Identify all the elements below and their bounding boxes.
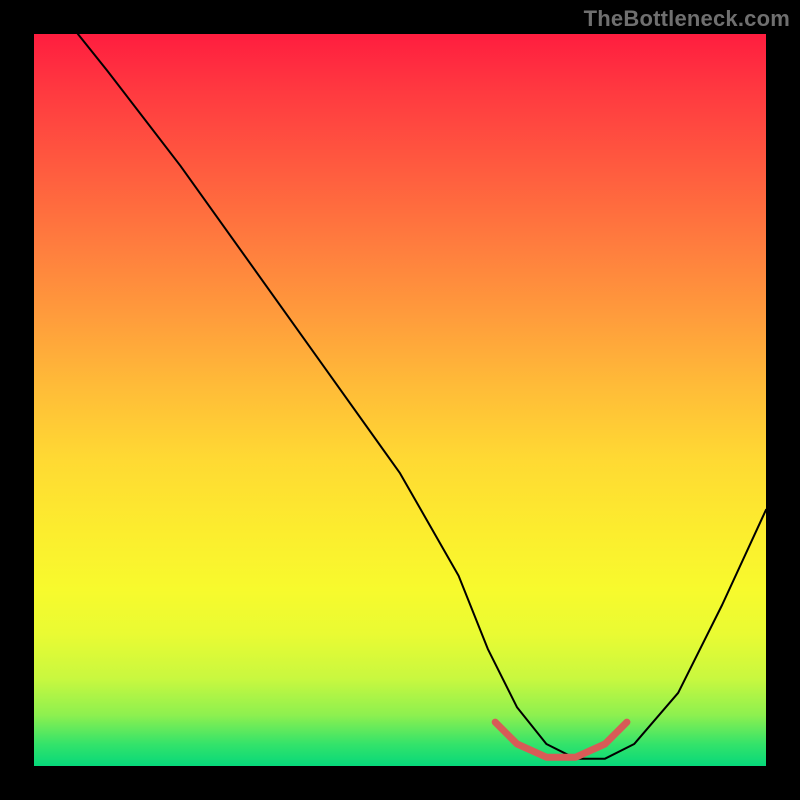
- chart-frame: TheBottleneck.com: [0, 0, 800, 800]
- bottleneck-curve: [78, 34, 766, 759]
- plot-area: [34, 34, 766, 766]
- chart-svg: [34, 34, 766, 766]
- watermark-label: TheBottleneck.com: [584, 6, 790, 32]
